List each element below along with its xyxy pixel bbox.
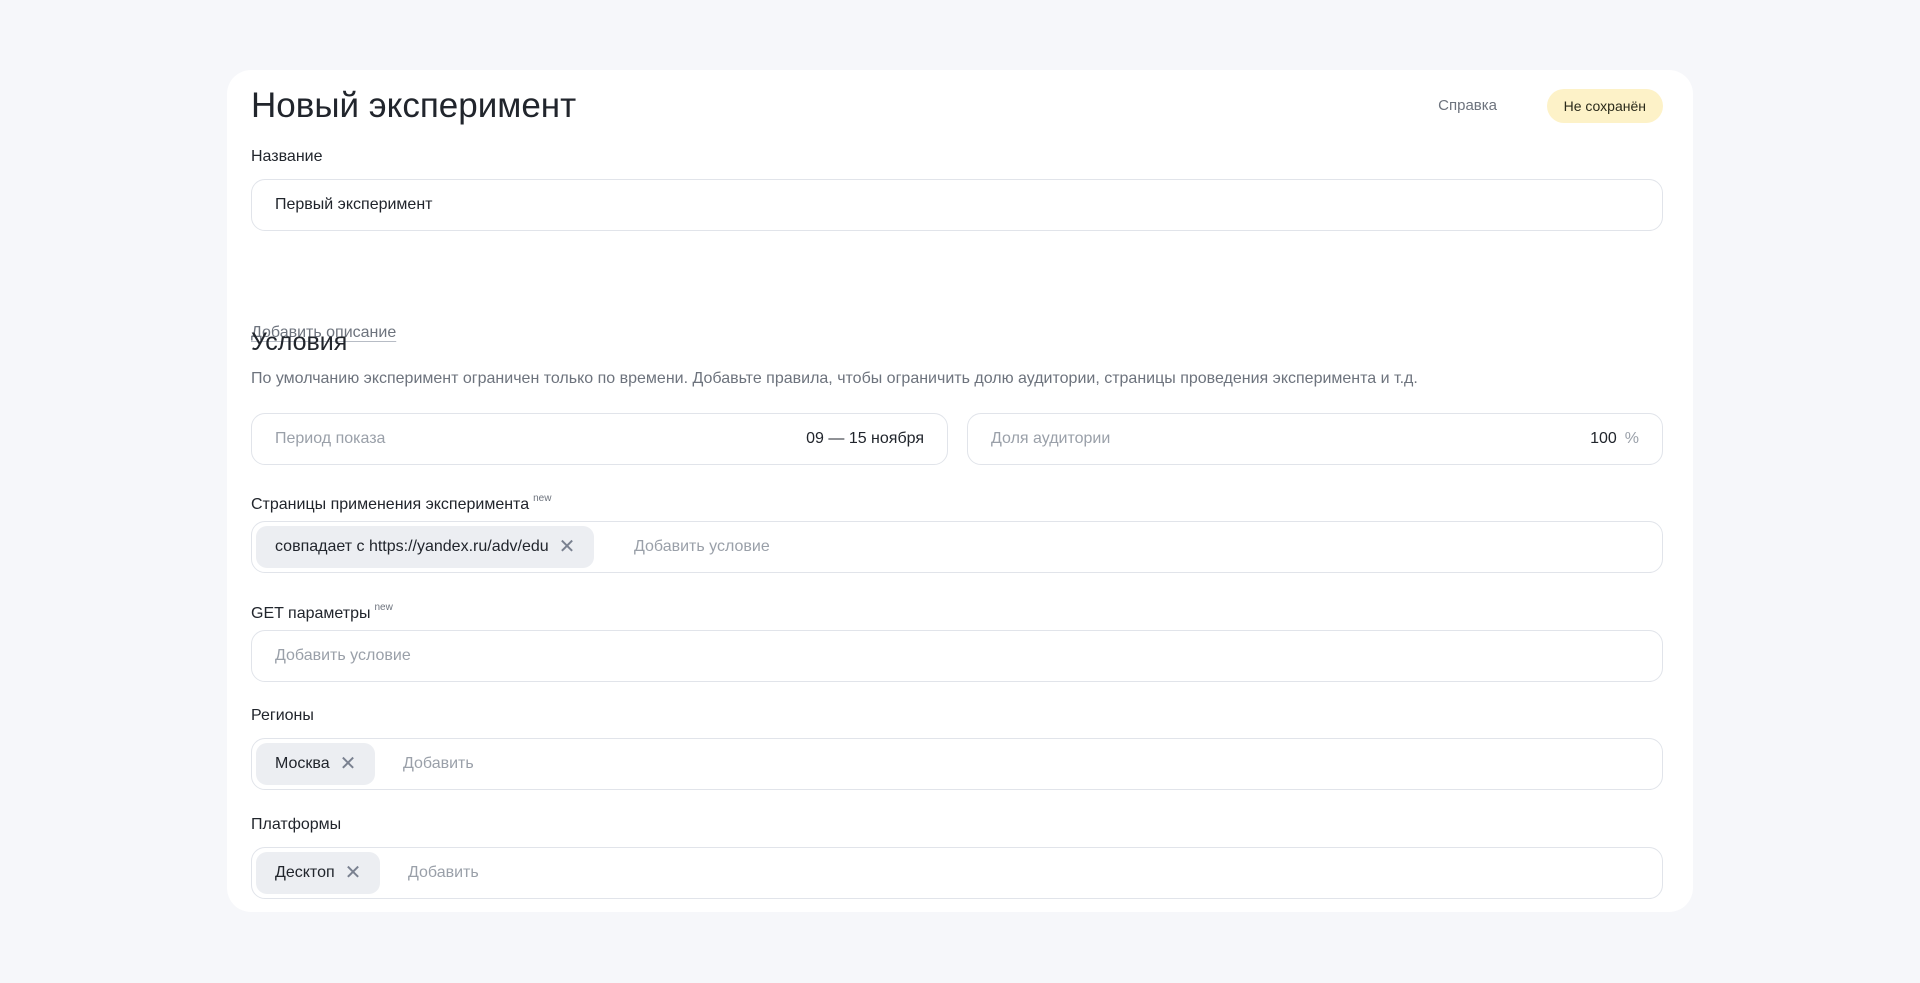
regions-field[interactable]: Москва ✕ Добавить [251, 738, 1663, 790]
audience-value: 100 [1590, 430, 1617, 447]
pages-add-condition[interactable]: Добавить условие [634, 522, 770, 572]
page-title: Новый эксперимент [251, 86, 577, 125]
audience-placeholder: Доля аудитории [991, 430, 1111, 447]
status-badge: Не сохранён [1546, 89, 1663, 123]
regions-label: Регионы [251, 707, 314, 724]
pages-chip: совпадает с https://yandex.ru/adv/edu ✕ [256, 526, 595, 568]
get-params-new-badge: new [374, 602, 393, 613]
pages-label-text: Страницы применения эксперимента [251, 496, 530, 513]
get-params-label-text: GET параметры [251, 605, 371, 622]
pages-new-badge: new [533, 493, 552, 504]
close-icon[interactable]: ✕ [345, 863, 362, 883]
period-value: 09 — 15 ноября [806, 430, 924, 447]
platforms-field[interactable]: Десктоп ✕ Добавить [251, 847, 1663, 899]
conditions-title: Условия [251, 328, 348, 356]
audience-unit: % [1624, 430, 1639, 447]
experiment-card: Новый эксперимент Справка Не сохранён На… [227, 70, 1693, 912]
regions-chip: Москва ✕ [256, 743, 376, 785]
get-params-label: GET параметры new [251, 598, 393, 624]
name-value: Первый эксперимент [275, 196, 433, 213]
close-icon[interactable]: ✕ [559, 537, 576, 557]
conditions-description: По умолчанию эксперимент ограничен тольк… [251, 370, 1418, 387]
name-field[interactable]: Первый эксперимент [251, 179, 1663, 231]
platforms-chip-label: Десктоп [275, 864, 335, 881]
help-link[interactable]: Справка [1438, 81, 1497, 131]
pages-label: Страницы применения эксперимента new [251, 489, 551, 515]
get-params-field[interactable]: Добавить условие [251, 630, 1663, 682]
period-placeholder: Период показа [275, 430, 386, 447]
regions-add[interactable]: Добавить [403, 739, 474, 789]
period-field[interactable]: Период показа 09 — 15 ноября [251, 413, 948, 465]
close-icon[interactable]: ✕ [340, 754, 357, 774]
audience-field[interactable]: Доля аудитории 100% [967, 413, 1663, 465]
card-header: Новый эксперимент Справка Не сохранён [251, 81, 1663, 131]
get-params-add-condition[interactable]: Добавить условие [275, 631, 411, 681]
platforms-chip: Десктоп ✕ [256, 852, 381, 894]
audience-value-wrap: 100% [1590, 414, 1639, 464]
platforms-label: Платформы [251, 816, 342, 833]
pages-field[interactable]: совпадает с https://yandex.ru/adv/edu ✕ … [251, 521, 1663, 573]
regions-chip-label: Москва [275, 755, 330, 772]
platforms-add[interactable]: Добавить [408, 848, 479, 898]
name-label: Название [251, 148, 323, 165]
pages-chip-label: совпадает с https://yandex.ru/adv/edu [275, 538, 549, 555]
